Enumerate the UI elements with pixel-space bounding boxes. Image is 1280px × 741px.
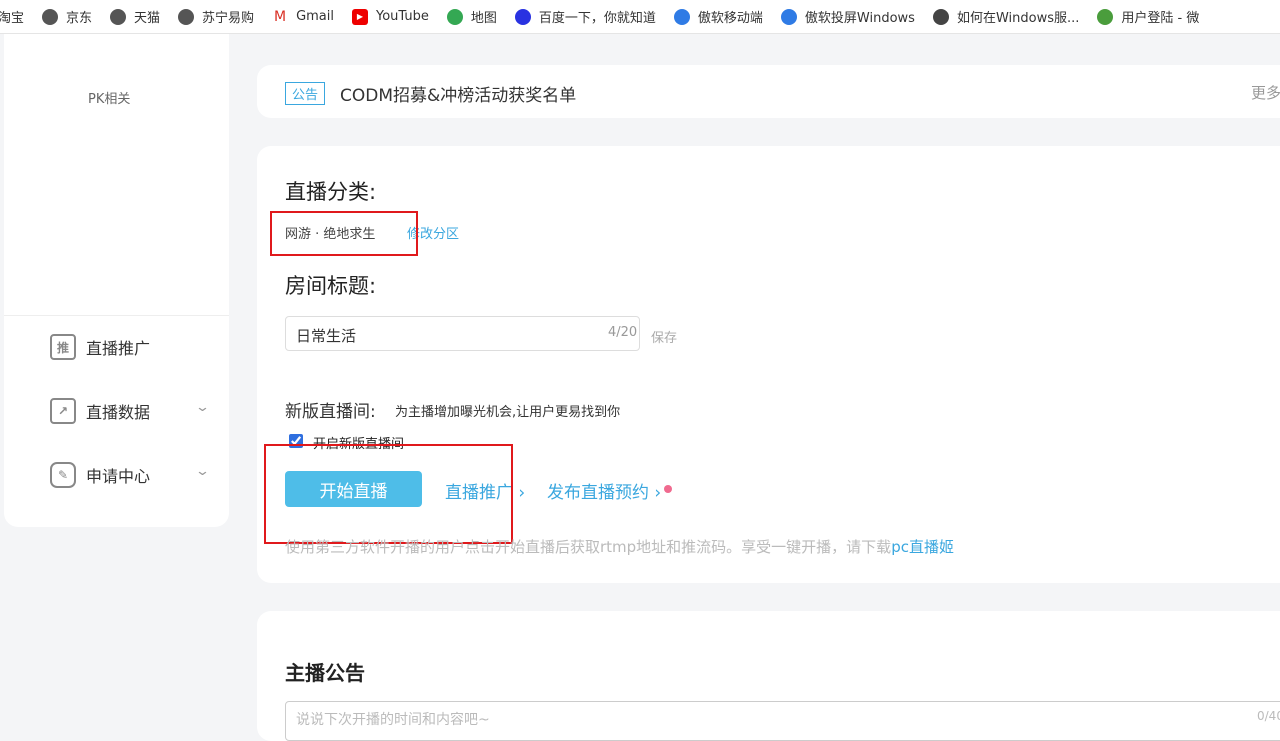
- bookmark-item[interactable]: M Gmail: [272, 9, 334, 25]
- bookmark-item[interactable]: 傲软投屏Windows: [780, 7, 915, 26]
- chevron-right-icon: ›: [649, 483, 662, 503]
- chevron-down-icon[interactable]: ⌄: [195, 400, 210, 415]
- bookmark-label: 傲软移动端: [697, 11, 763, 26]
- reserve-link[interactable]: 发布直播预约 ›: [547, 478, 661, 503]
- globe-icon: [178, 8, 195, 25]
- room-title-input[interactable]: 日常生活: [285, 316, 640, 351]
- hint-text: 使用第三方软件开播的用户点击开始直播后获取rtmp地址和推流码。享受一键开播，请…: [285, 536, 954, 557]
- page-icon: [932, 8, 949, 25]
- sidebar-item-apply[interactable]: ✎ 申请中心: [50, 462, 150, 488]
- bookmark-item[interactable]: 淘宝: [0, 7, 24, 26]
- notice-text[interactable]: CODM招募&冲榜活动获奖名单: [340, 81, 576, 106]
- bookmark-item[interactable]: 地图: [446, 7, 497, 26]
- room-title-count: 4/20: [608, 325, 638, 340]
- tv-chart-icon: ↗: [50, 398, 76, 424]
- sidebar-item-label: 直播推广: [86, 339, 151, 358]
- sidebar-item-label: 直播数据: [86, 403, 151, 422]
- chevron-right-icon: ›: [513, 483, 526, 503]
- sidebar-item-promote[interactable]: 推直播推广: [50, 334, 150, 360]
- notice-tag: 公告: [285, 82, 326, 105]
- bookmark-label: 地图: [470, 11, 497, 26]
- baidu-icon: [514, 8, 531, 25]
- bookmark-label: 用户登陆 - 微: [1121, 11, 1200, 26]
- apowersoft-icon: [673, 8, 690, 25]
- apowersoft-icon: [780, 8, 797, 25]
- bookmark-label: 苏宁易购: [202, 11, 255, 26]
- chevron-down-icon[interactable]: ⌄: [195, 464, 210, 479]
- bookmark-item[interactable]: 用户登陆 - 微: [1097, 7, 1199, 26]
- bookmark-item[interactable]: 天猫: [110, 7, 160, 26]
- apply-form-icon: ✎: [50, 462, 76, 488]
- announcement-count: 0/40: [1257, 709, 1280, 723]
- bookmark-item[interactable]: 傲软移动端: [673, 7, 763, 26]
- notice-bar: 公告 CODM招募&冲榜活动获奖名单 更多: [257, 65, 1280, 118]
- category-title: 直播分类:: [285, 180, 377, 204]
- red-dot-badge: [664, 485, 672, 493]
- save-button[interactable]: 保存: [651, 327, 677, 346]
- sidebar: PK相关 推直播推广 ↗ 直播数据 ⌄ ✎ 申请中心 ⌄: [4, 34, 229, 527]
- promote-icon: 推: [50, 334, 76, 360]
- bookmark-item[interactable]: 百度一下，你就知道: [514, 7, 656, 26]
- bookmarks-bar: 淘宝 京东 天猫 苏宁易购 M Gmail ▶ YouTube 地图 百度一下，你就知道 傲软移动端…: [0, 0, 1280, 34]
- bookmark-label: YouTube: [376, 9, 429, 24]
- new-room-desc: 为主播增加曝光机会,让用户更易找到你: [395, 405, 621, 420]
- highlight-box: [270, 211, 418, 256]
- youtube-icon: ▶: [352, 8, 368, 25]
- globe-icon: [110, 8, 127, 25]
- gmail-icon: M: [274, 8, 287, 25]
- pc-live-link[interactable]: pc直播姬: [891, 538, 954, 556]
- divider: [4, 315, 229, 316]
- room-title-label: 房间标题:: [285, 274, 377, 298]
- maps-icon: [446, 8, 463, 25]
- bookmark-item[interactable]: 京东: [42, 7, 92, 26]
- sidebar-item-label: 申请中心: [86, 467, 151, 486]
- new-room-label: 新版直播间:: [285, 402, 376, 422]
- sidebar-item-data[interactable]: ↗ 直播数据: [50, 398, 150, 424]
- bookmark-item[interactable]: 苏宁易购: [178, 7, 254, 26]
- announcement-input[interactable]: 说说下次开播的时间和内容吧~: [285, 701, 1280, 741]
- wechat-icon: [1097, 8, 1114, 25]
- bookmark-label: 百度一下，你就知道: [538, 11, 656, 26]
- bookmark-item[interactable]: 如何在Windows服...: [932, 7, 1080, 26]
- bookmark-label: 京东: [66, 11, 93, 26]
- bookmark-label: Gmail: [296, 9, 334, 24]
- bookmark-label: 傲软投屏Windows: [804, 11, 915, 26]
- sidebar-item-pk[interactable]: PK相关: [88, 88, 130, 107]
- hint-text-body: 使用第三方软件开播的用户点击开始直播后获取rtmp地址和推流码。享受一键开播，请…: [285, 538, 892, 556]
- highlight-box: [264, 444, 513, 544]
- bookmark-label: 如何在Windows服...: [956, 11, 1080, 26]
- announcement-title: 主播公告: [285, 661, 365, 685]
- live-settings-card: 直播分类: 网游 · 绝地求生 修改分区 房间标题: 日常生活 4/20 保存 …: [257, 146, 1280, 583]
- reserve-link-label: 发布直播预约: [547, 483, 649, 503]
- bookmark-label: 天猫: [134, 11, 161, 26]
- more-link[interactable]: 更多: [1251, 82, 1280, 103]
- bookmark-item[interactable]: ▶ YouTube: [352, 8, 429, 25]
- bookmark-label: 淘宝: [0, 11, 25, 26]
- globe-icon: [42, 8, 59, 25]
